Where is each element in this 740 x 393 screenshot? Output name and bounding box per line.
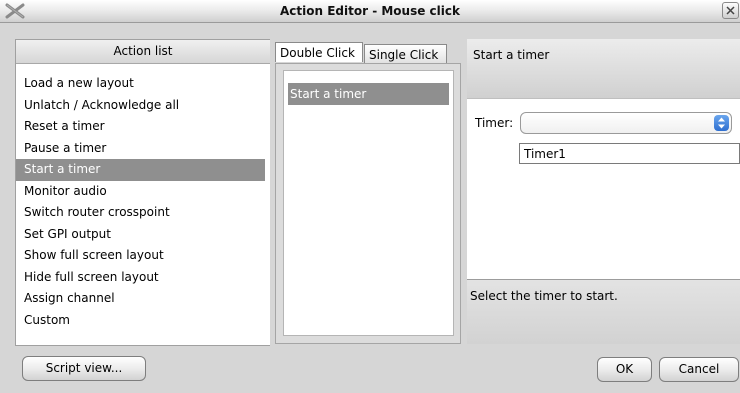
list-item[interactable]: Pause a timer bbox=[16, 138, 256, 160]
list-item[interactable]: Reset a timer bbox=[16, 116, 256, 138]
list-item[interactable]: Hide full screen layout bbox=[16, 267, 256, 289]
close-icon bbox=[726, 6, 735, 15]
ok-button[interactable]: OK bbox=[597, 357, 652, 382]
list-item[interactable]: Switch router crosspoint bbox=[16, 202, 256, 224]
up-down-arrows-icon bbox=[718, 117, 725, 129]
assigned-action-list: Start a timer bbox=[283, 70, 454, 336]
timer-label: Timer: bbox=[475, 116, 514, 130]
tab-content-frame: Start a timer bbox=[275, 63, 461, 344]
tab-double-click[interactable]: Double Click bbox=[275, 42, 363, 62]
action-properties-panel: Start a timer Timer: Timer1 Select the t… bbox=[467, 39, 740, 344]
dropdown-spinner[interactable] bbox=[714, 115, 729, 131]
action-editor-window: Action Editor - Mouse click Action list … bbox=[0, 0, 740, 393]
tab-single-click[interactable]: Single Click bbox=[364, 44, 447, 64]
list-item-selected[interactable]: Start a timer bbox=[16, 159, 265, 181]
list-item[interactable]: Unlatch / Acknowledge all bbox=[16, 95, 256, 117]
cancel-button[interactable]: Cancel bbox=[659, 357, 739, 382]
title-bar[interactable]: Action Editor - Mouse click bbox=[0, 0, 740, 23]
list-item[interactable]: Set GPI output bbox=[16, 224, 256, 246]
list-item[interactable]: Assign channel bbox=[16, 288, 256, 310]
timer-dropdown[interactable] bbox=[520, 112, 732, 134]
list-item[interactable]: Custom bbox=[16, 310, 256, 332]
action-list: Load a new layout Unlatch / Acknowledge … bbox=[16, 64, 270, 331]
timer-option[interactable]: Timer1 bbox=[519, 143, 740, 164]
action-properties-header: Start a timer bbox=[467, 39, 740, 99]
script-view-button[interactable]: Script view... bbox=[22, 356, 146, 381]
close-button[interactable] bbox=[722, 2, 739, 19]
assigned-action-item[interactable]: Start a timer bbox=[288, 83, 449, 105]
window-title: Action Editor - Mouse click bbox=[280, 4, 460, 18]
list-item[interactable]: Show full screen layout bbox=[16, 245, 256, 267]
assigned-actions-panel: Double Click Single Click Start a timer bbox=[270, 39, 466, 344]
action-list-header: Action list bbox=[16, 40, 270, 64]
list-item[interactable]: Load a new layout bbox=[16, 73, 256, 95]
action-description: Select the timer to start. bbox=[467, 279, 740, 344]
action-list-panel: Action list Load a new layout Unlatch / … bbox=[15, 39, 270, 346]
list-item[interactable]: Monitor audio bbox=[16, 181, 256, 203]
